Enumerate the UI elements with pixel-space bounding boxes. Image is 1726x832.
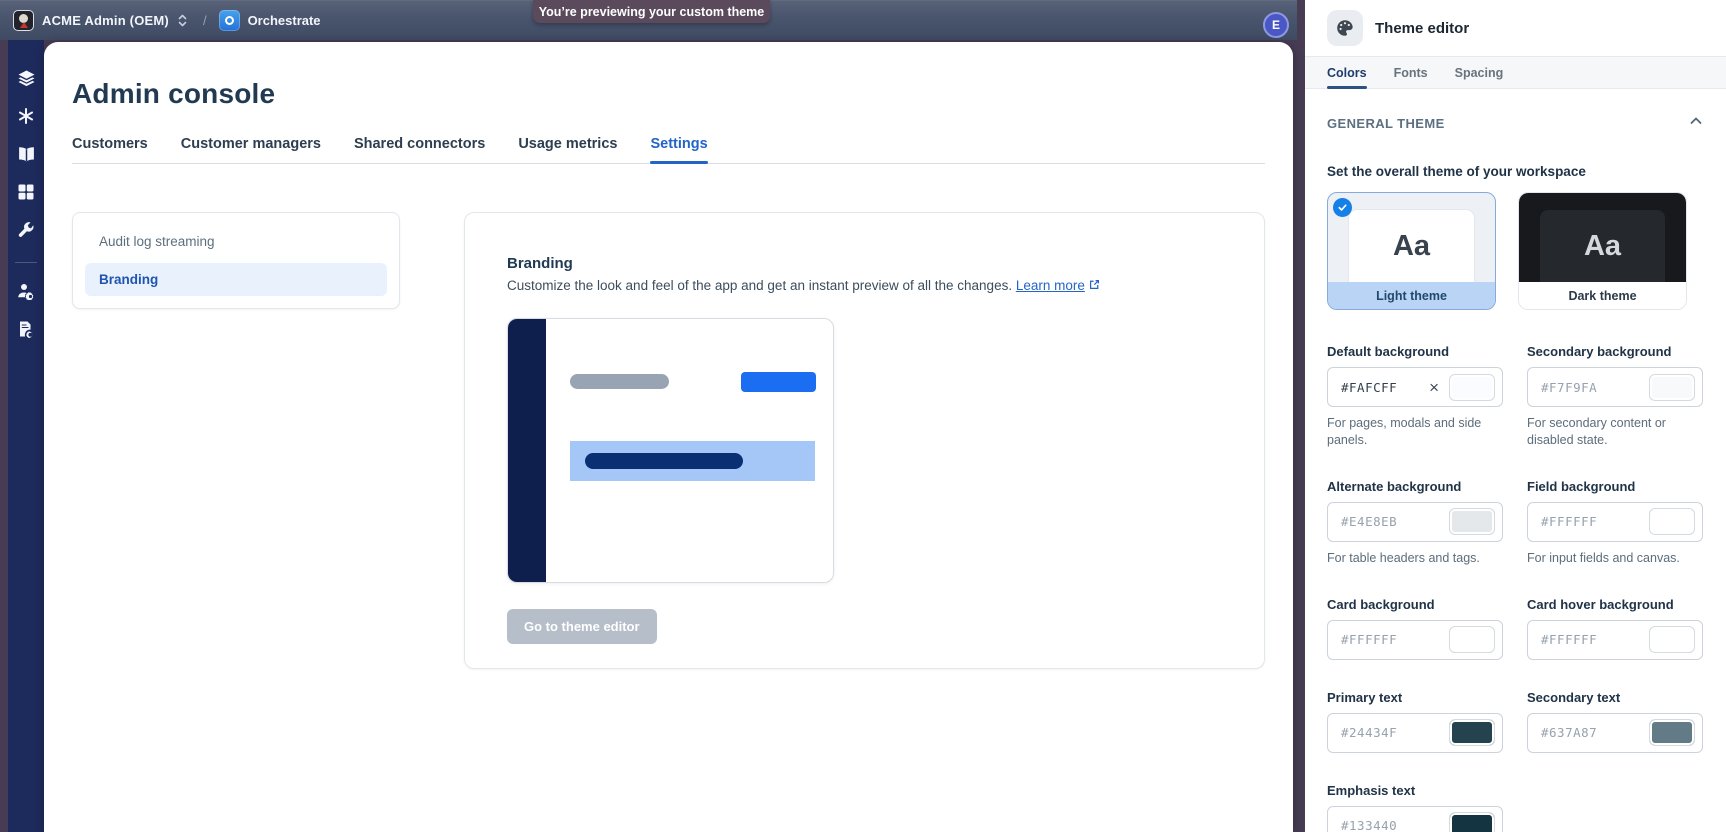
branding-description: Customize the look and feel of the app a… — [507, 278, 1216, 294]
left-nav-rail — [8, 40, 44, 832]
layers-icon[interactable] — [12, 64, 40, 92]
branding-card: Branding Customize the look and feel of … — [464, 212, 1265, 669]
field-alternate-background: Alternate background #E4E8EB For table h… — [1327, 479, 1503, 567]
book-icon[interactable] — [12, 140, 40, 168]
light-theme-option[interactable]: Aa Light theme — [1327, 192, 1496, 310]
admin-tabs: Customers Customer managers Shared conne… — [72, 136, 1265, 164]
theme-subtitle: Set the overall theme of your workspace — [1327, 164, 1704, 179]
light-theme-sample: Aa — [1349, 210, 1474, 282]
tab-customer-managers[interactable]: Customer managers — [181, 136, 321, 163]
color-swatch[interactable] — [1449, 508, 1495, 535]
rail-divider — [15, 262, 37, 263]
settings-nav-branding[interactable]: Branding — [85, 263, 387, 296]
field-secondary-background: Secondary background #F7F9FA For seconda… — [1527, 344, 1703, 449]
preview-banner — [570, 441, 815, 481]
general-theme-section-title: GENERAL THEME — [1327, 116, 1445, 131]
tab-settings[interactable]: Settings — [650, 136, 707, 163]
color-swatch[interactable] — [1649, 374, 1695, 401]
field-background-input[interactable]: #FFFFFF — [1527, 502, 1703, 542]
external-link-icon — [1088, 278, 1101, 294]
field-card-background: Card background #FFFFFF — [1327, 597, 1503, 660]
light-theme-label: Light theme — [1328, 282, 1495, 309]
theme-editor-panel: Theme editor Colors Fonts Spacing GENERA… — [1305, 0, 1726, 832]
chevron-vertical-icon[interactable] — [176, 13, 189, 28]
emphasis-text-input[interactable]: #133440 — [1327, 806, 1503, 832]
go-to-theme-editor-button[interactable]: Go to theme editor — [507, 609, 657, 644]
learn-more-link[interactable]: Learn more — [1016, 278, 1085, 293]
document-gear-icon[interactable] — [12, 315, 40, 343]
grid-icon[interactable] — [12, 178, 40, 206]
breadcrumb-app-name[interactable]: Orchestrate — [248, 13, 321, 28]
tab-fonts[interactable]: Fonts — [1394, 57, 1428, 88]
page-title: Admin console — [72, 78, 1265, 110]
clear-icon[interactable]: × — [1429, 379, 1439, 396]
user-gear-icon[interactable] — [12, 277, 40, 305]
preview-title-placeholder — [570, 374, 669, 389]
dark-theme-option[interactable]: Aa Dark theme — [1518, 192, 1687, 310]
workspace-selector[interactable]: ACME Admin (OEM) — [42, 13, 169, 28]
color-fields-grid: Default background #FAFCFF × For pages, … — [1327, 344, 1704, 832]
check-icon — [1333, 198, 1352, 217]
tab-shared-connectors[interactable]: Shared connectors — [354, 136, 485, 163]
card-hover-background-input[interactable]: #FFFFFF — [1527, 620, 1703, 660]
theme-preview-toast: You’re previewing your custom theme — [533, 0, 770, 23]
secondary-text-input[interactable]: #637A87 — [1527, 713, 1703, 753]
theme-preview-mockup — [507, 318, 834, 583]
theme-editor-title: Theme editor — [1375, 20, 1469, 37]
tab-spacing[interactable]: Spacing — [1455, 57, 1504, 88]
palette-icon — [1327, 10, 1363, 46]
color-swatch[interactable] — [1449, 374, 1495, 401]
color-swatch[interactable] — [1449, 812, 1495, 832]
asterisk-icon[interactable] — [12, 102, 40, 130]
color-swatch[interactable] — [1649, 508, 1695, 535]
field-secondary-text: Secondary text #637A87 — [1527, 690, 1703, 753]
alternate-background-input[interactable]: #E4E8EB — [1327, 502, 1503, 542]
preview-banner-text — [585, 453, 743, 469]
field-primary-text: Primary text #24434F — [1327, 690, 1503, 753]
theme-editor-tabs: Colors Fonts Spacing — [1305, 56, 1726, 89]
preview-sidebar — [508, 319, 546, 582]
chevron-up-icon[interactable] — [1688, 113, 1704, 134]
tab-usage-metrics[interactable]: Usage metrics — [518, 136, 617, 163]
secondary-background-input[interactable]: #F7F9FA — [1527, 367, 1703, 407]
branding-heading: Branding — [507, 255, 1216, 272]
color-swatch[interactable] — [1449, 719, 1495, 746]
color-swatch[interactable] — [1449, 626, 1495, 653]
breadcrumb-separator: / — [203, 13, 207, 28]
settings-nav-card: Audit log streaming Branding — [72, 212, 400, 309]
acme-logo — [13, 10, 34, 31]
default-background-input[interactable]: #FAFCFF × — [1327, 367, 1503, 407]
settings-nav-audit-log[interactable]: Audit log streaming — [85, 225, 387, 258]
user-avatar[interactable]: E — [1263, 12, 1289, 38]
preview-primary-button — [741, 372, 816, 392]
tab-customers[interactable]: Customers — [72, 136, 148, 163]
dark-theme-sample: Aa — [1540, 210, 1665, 282]
color-swatch[interactable] — [1649, 719, 1695, 746]
field-emphasis-text: Emphasis text #133440 — [1327, 783, 1503, 832]
admin-console-page: Admin console Customers Customer manager… — [44, 42, 1293, 832]
field-card-hover-background: Card hover background #FFFFFF — [1527, 597, 1703, 660]
card-background-input[interactable]: #FFFFFF — [1327, 620, 1503, 660]
field-default-background: Default background #FAFCFF × For pages, … — [1327, 344, 1503, 449]
orchestrate-logo — [219, 10, 240, 31]
color-swatch[interactable] — [1649, 626, 1695, 653]
dark-theme-label: Dark theme — [1519, 282, 1686, 309]
primary-text-input[interactable]: #24434F — [1327, 713, 1503, 753]
wrench-icon[interactable] — [12, 216, 40, 244]
tab-colors[interactable]: Colors — [1327, 57, 1367, 88]
field-field-background: Field background #FFFFFF For input field… — [1527, 479, 1703, 567]
